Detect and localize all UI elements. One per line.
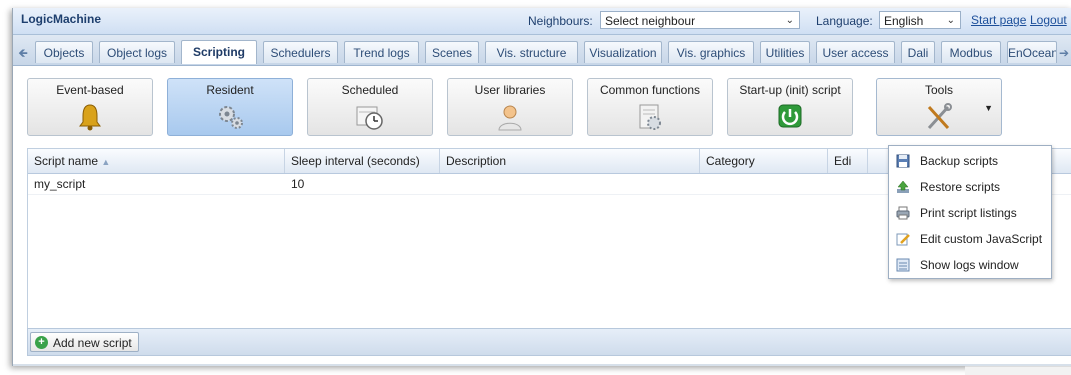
menu-item-label: Show logs window [920, 258, 1019, 272]
tab-scenes[interactable]: Scenes [425, 41, 479, 63]
tab-objects[interactable]: Objects [35, 41, 93, 63]
scripting-toolbar: Event-based Resident Scheduled User libr… [13, 66, 1071, 148]
clock-icon [356, 106, 383, 130]
table-footer: + Add new script [27, 328, 1071, 356]
column-edit[interactable]: Edi [828, 149, 868, 173]
event-based-button[interactable]: Event-based [27, 78, 153, 136]
add-icon: + [35, 336, 48, 349]
tab-utilities[interactable]: Utilities [760, 41, 810, 63]
add-new-script-label: Add new script [53, 336, 132, 350]
sort-ascending-icon: ▲ [101, 157, 111, 167]
resident-button[interactable]: Resident [167, 78, 293, 136]
gears-icon [219, 106, 243, 129]
document-gear-icon [639, 104, 661, 130]
start-page-link[interactable]: Start page [971, 13, 1026, 27]
cell-script-name: my_script [34, 177, 86, 191]
user-icon [498, 105, 522, 131]
menu-item-show-logs-window[interactable]: Show logs window [889, 252, 1051, 278]
app-window: LogicMachine Neighbours: Select neighbou… [12, 8, 1071, 366]
tab-vis-graphics[interactable]: Vis. graphics [668, 41, 754, 63]
tab-visualization[interactable]: Visualization [584, 41, 662, 63]
floppy-icon [896, 154, 910, 168]
menu-item-label: Backup scripts [920, 154, 999, 168]
scheduled-button[interactable]: Scheduled [307, 78, 433, 136]
printer-icon [896, 206, 910, 220]
tab-modbus[interactable]: Modbus [941, 41, 1001, 63]
column-script-name[interactable]: Script name ▲ [28, 149, 285, 173]
tools-icon [927, 103, 952, 130]
menu-item-restore-scripts[interactable]: Restore scripts [889, 174, 1051, 200]
window-bottom-border [13, 364, 1071, 366]
chevron-down-icon: ▼ [984, 103, 993, 113]
tab-dali[interactable]: Dali [901, 41, 935, 63]
language-select[interactable]: English ⌄ [879, 11, 961, 29]
column-category[interactable]: Category [700, 149, 828, 173]
tab-user-access[interactable]: User access [816, 41, 895, 63]
log-window-icon [896, 258, 910, 272]
menu-item-backup-scripts[interactable]: Backup scripts [889, 148, 1051, 174]
scheduled-label: Scheduled [341, 83, 399, 97]
language-label: Language: [816, 14, 873, 28]
tools-menu: Backup scripts Restore scripts Print scr… [888, 145, 1052, 279]
cell-sleep-interval: 10 [291, 177, 305, 191]
tab-schedulers[interactable]: Schedulers [263, 41, 338, 63]
tab-enocean[interactable]: EnOcean [1007, 41, 1057, 63]
logout-link[interactable]: Logout [1030, 13, 1067, 27]
edit-icon [896, 233, 910, 246]
user-libraries-button[interactable]: User libraries [447, 78, 573, 136]
add-new-script-button[interactable]: + Add new script [30, 332, 139, 352]
tab-vis-structure[interactable]: Vis. structure [485, 41, 578, 63]
column-description[interactable]: Description [440, 149, 700, 173]
startup-script-label: Start-up (init) script [739, 83, 841, 97]
common-functions-button[interactable]: Common functions [587, 78, 713, 136]
tab-scripting[interactable]: Scripting [181, 40, 257, 64]
tools-label: Tools [924, 83, 953, 97]
power-icon [778, 104, 802, 128]
tools-button[interactable]: Tools ▼ [876, 78, 1002, 136]
top-header: LogicMachine Neighbours: Select neighbou… [13, 8, 1071, 35]
event-based-label: Event-based [56, 83, 124, 97]
resident-label: Resident [206, 83, 254, 97]
chevron-down-icon: ⌄ [946, 15, 955, 26]
neighbours-value: Select neighbour [605, 14, 696, 28]
menu-item-label: Restore scripts [920, 180, 1001, 194]
bell-icon [79, 104, 101, 131]
tab-scroll-right-icon[interactable]: ➔ [1057, 46, 1071, 60]
tab-scroll-left-icon[interactable]: 🡸 [16, 46, 30, 60]
neighbours-label: Neighbours: [528, 14, 593, 28]
column-sleep-interval[interactable]: Sleep interval (seconds) [285, 149, 440, 173]
tab-trend-logs[interactable]: Trend logs [344, 41, 419, 63]
startup-script-button[interactable]: Start-up (init) script [727, 78, 853, 136]
language-value: English [884, 14, 924, 28]
column-label: Script name [34, 154, 99, 168]
menu-item-label: Print script listings [920, 206, 1017, 220]
menu-item-label: Edit custom JavaScript [920, 232, 1043, 246]
neighbours-select[interactable]: Select neighbour ⌄ [600, 11, 800, 29]
brand-title: LogicMachine [21, 12, 102, 26]
common-functions-label: Common functions [599, 83, 701, 97]
chevron-down-icon: ⌄ [785, 15, 794, 26]
main-tabbar: 🡸 Objects Object logs Scripting Schedule… [13, 35, 1071, 66]
menu-item-edit-custom-javascript[interactable]: Edit custom JavaScript [889, 226, 1051, 252]
upload-icon [897, 180, 909, 193]
user-libraries-label: User libraries [474, 83, 546, 97]
menu-item-print-script-listings[interactable]: Print script listings [889, 200, 1051, 226]
tab-object-logs[interactable]: Object logs [99, 41, 175, 63]
